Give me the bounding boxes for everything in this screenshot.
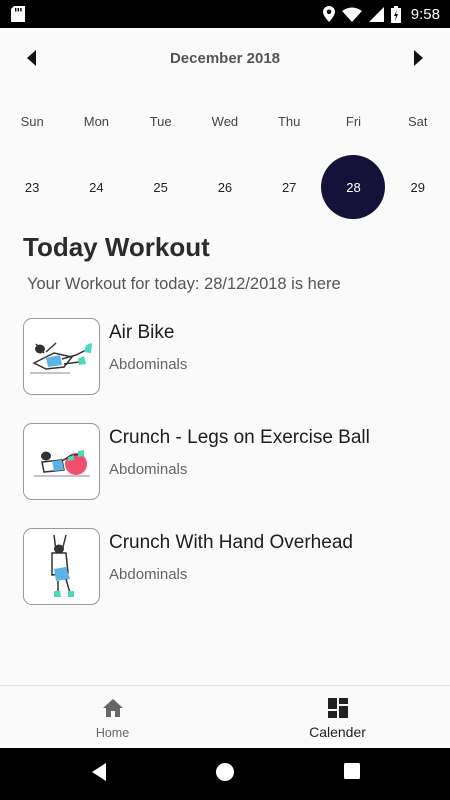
home-icon [102, 699, 123, 717]
workout-category: Abdominals [109, 356, 188, 373]
tab-calender[interactable]: Calender [225, 686, 450, 748]
date-number: 27 [281, 179, 297, 195]
date-number: 29 [410, 179, 425, 195]
date-row: 23 24 25 26 27 28 29 [0, 155, 450, 219]
weekday-label: Sat [407, 114, 428, 129]
weekday-label: Tue [149, 114, 172, 129]
weekday-label: Mon [83, 114, 110, 129]
tab-home-label: Home [95, 726, 130, 740]
date-cell[interactable]: 23 [0, 155, 64, 219]
date-cell[interactable]: 29 [386, 155, 450, 219]
workout-item[interactable]: Air Bike Abdominals [23, 318, 433, 396]
date-cell[interactable]: 25 [129, 155, 193, 219]
date-cell[interactable]: 24 [64, 155, 128, 219]
workout-name: Crunch - Legs on Exercise Ball [109, 427, 370, 448]
signal-icon [368, 6, 384, 22]
tab-home[interactable]: Home [0, 686, 225, 748]
month-navigation: December 2018 [0, 28, 450, 88]
recents-icon[interactable] [343, 762, 361, 780]
crunch-overhead-illustration [51, 534, 74, 597]
date-cell[interactable]: 26 [193, 155, 257, 219]
weekday-label: Thu [277, 114, 301, 129]
workout-category: Abdominals [109, 461, 188, 478]
home-circle-icon[interactable] [215, 762, 235, 782]
weekday-row: Sun Mon Tue Wed Thu Fri Sat [0, 114, 450, 129]
next-month-button[interactable] [408, 48, 428, 68]
dashboard-icon [327, 698, 348, 718]
back-icon[interactable] [90, 762, 108, 782]
date-cell[interactable]: 27 [257, 155, 321, 219]
workout-name: Air Bike [109, 322, 175, 343]
system-navigation-bar [0, 748, 450, 800]
workout-item[interactable]: Crunch With Hand Overhead Abdominals [23, 528, 433, 606]
crunch-ball-illustration [34, 450, 90, 477]
weekday-label: Sun [20, 114, 44, 129]
page-title: Today Workout [23, 232, 210, 262]
selected-date-number: 28 [321, 155, 386, 219]
workout-subtitle: Your Workout for today: 28/12/2018 is he… [27, 275, 341, 293]
battery-icon [390, 5, 401, 23]
status-bar: 9:58 [0, 0, 450, 28]
date-number: 26 [217, 179, 233, 195]
workout-name: Crunch With Hand Overhead [109, 532, 353, 553]
month-title: December 2018 [169, 50, 281, 67]
wifi-icon [341, 7, 362, 22]
date-number: 24 [89, 179, 104, 195]
air-bike-illustration [30, 342, 92, 374]
date-number: 23 [24, 179, 40, 195]
exercise-thumbnail [23, 528, 100, 605]
date-cell-selected[interactable]: 28 [321, 155, 386, 219]
workout-category: Abdominals [109, 566, 188, 583]
exercise-thumbnail [23, 318, 100, 395]
status-time: 9:58 [410, 5, 440, 23]
location-icon [322, 6, 335, 22]
weekday-label: Wed [211, 114, 239, 129]
weekday-label: Fri [345, 114, 362, 129]
date-number: 25 [153, 179, 168, 195]
workout-item[interactable]: Crunch - Legs on Exercise Ball Abdominal… [23, 423, 433, 501]
tab-calender-label: Calender [309, 724, 366, 740]
bottom-navigation: Home Calender [0, 685, 450, 747]
exercise-thumbnail [23, 423, 100, 500]
sd-card-icon [11, 6, 25, 22]
